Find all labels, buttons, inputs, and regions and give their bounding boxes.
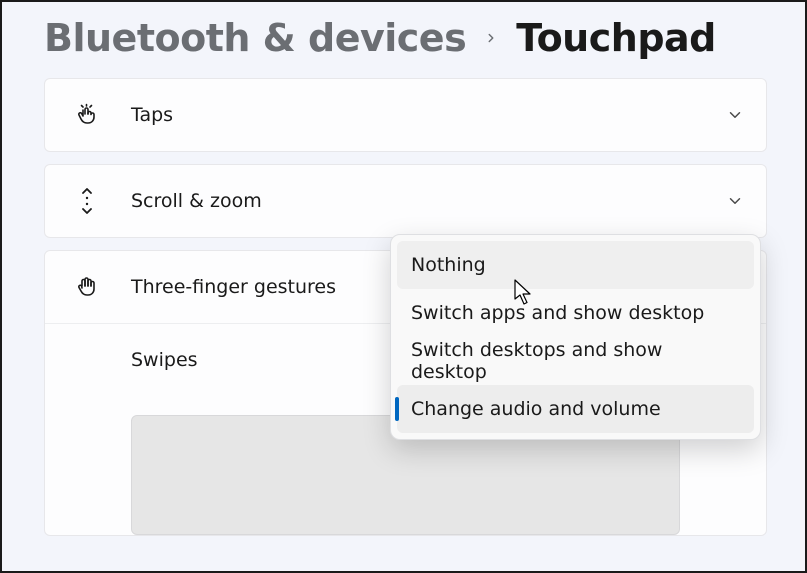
scroll-zoom-label: Scroll & zoom (101, 190, 726, 212)
breadcrumb: Bluetooth & devices Touchpad (44, 16, 767, 60)
chevron-down-icon (726, 192, 744, 210)
chevron-right-icon (484, 31, 498, 45)
dropdown-item-label: Change audio and volume (411, 398, 661, 420)
scroll-icon (73, 188, 101, 214)
dropdown-item-switch-desktops[interactable]: Switch desktops and show desktop (397, 337, 754, 385)
taps-section[interactable]: Taps (44, 78, 767, 152)
page-title: Touchpad (516, 16, 716, 60)
chevron-down-icon (726, 106, 744, 124)
dropdown-item-label: Switch apps and show desktop (411, 302, 704, 324)
breadcrumb-parent[interactable]: Bluetooth & devices (44, 16, 466, 60)
dropdown-item-label: Nothing (411, 254, 486, 276)
taps-label: Taps (101, 104, 726, 126)
dropdown-item-label: Switch desktops and show desktop (411, 339, 740, 383)
dropdown-item-nothing[interactable]: Nothing (397, 241, 754, 289)
dropdown-item-switch-apps[interactable]: Switch apps and show desktop (397, 289, 754, 337)
tap-icon (73, 103, 101, 127)
scroll-zoom-section[interactable]: Scroll & zoom (44, 164, 767, 238)
dropdown-item-audio-volume[interactable]: Change audio and volume (397, 385, 754, 433)
swipes-dropdown[interactable]: Nothing Switch apps and show desktop Swi… (390, 234, 761, 440)
hand-icon (73, 275, 101, 299)
